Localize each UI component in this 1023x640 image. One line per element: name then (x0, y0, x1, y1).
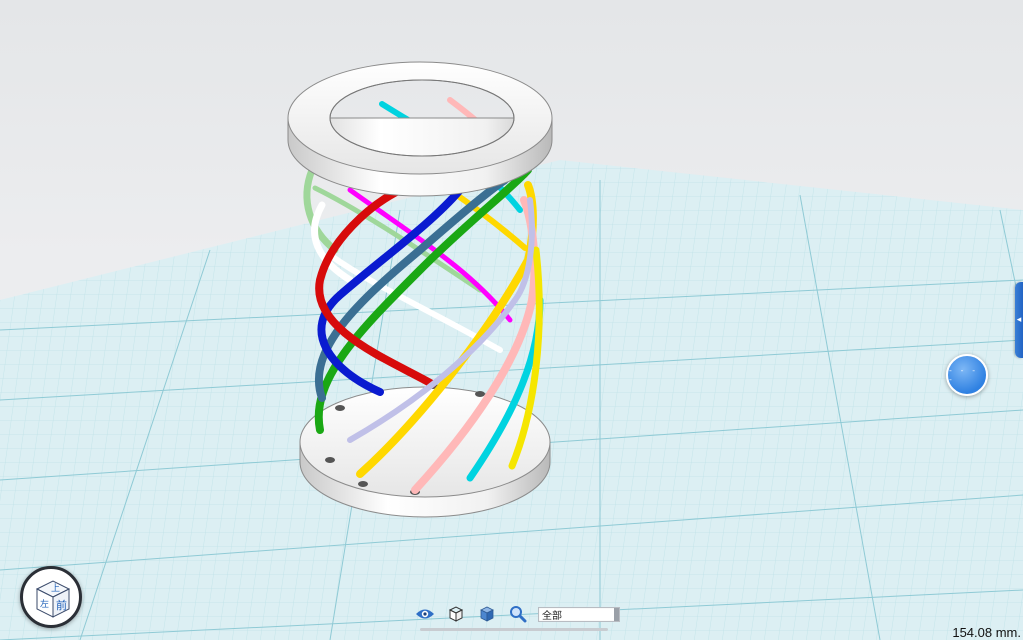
scene-canvas[interactable] (0, 0, 1023, 640)
3d-viewport[interactable]: ◂ - - - - 上 左 前 全部 154.08 mm. (0, 0, 1023, 640)
cube-top-label: 上 (51, 583, 60, 594)
solid-cube-icon[interactable] (476, 604, 498, 624)
cube-icon: 上 左 前 (35, 580, 71, 618)
side-panel-toggle[interactable]: ◂ (1015, 282, 1023, 358)
cube-front-label: 前 (56, 598, 67, 612)
eye-icon[interactable] (414, 604, 436, 624)
display-filter-select[interactable]: 全部 (538, 606, 620, 622)
toolbar-divider (420, 628, 608, 631)
scale-readout: 154.08 mm. (952, 625, 1021, 640)
cube-left-label: 左 (40, 598, 49, 610)
floating-action-button[interactable]: - - - - (946, 354, 988, 396)
dropdown-arrow-icon (614, 607, 619, 621)
display-toolbar: 全部 (414, 603, 620, 625)
view-cube[interactable]: 上 左 前 (20, 566, 82, 628)
filter-value: 全部 (542, 610, 562, 622)
chevron-left-icon: ◂ (1016, 314, 1022, 325)
dashed-circle-icon: - - - - (948, 366, 978, 384)
grid-floor (0, 160, 1023, 640)
magnifier-icon[interactable] (507, 604, 529, 624)
wireframe-cube-icon[interactable] (445, 604, 467, 624)
